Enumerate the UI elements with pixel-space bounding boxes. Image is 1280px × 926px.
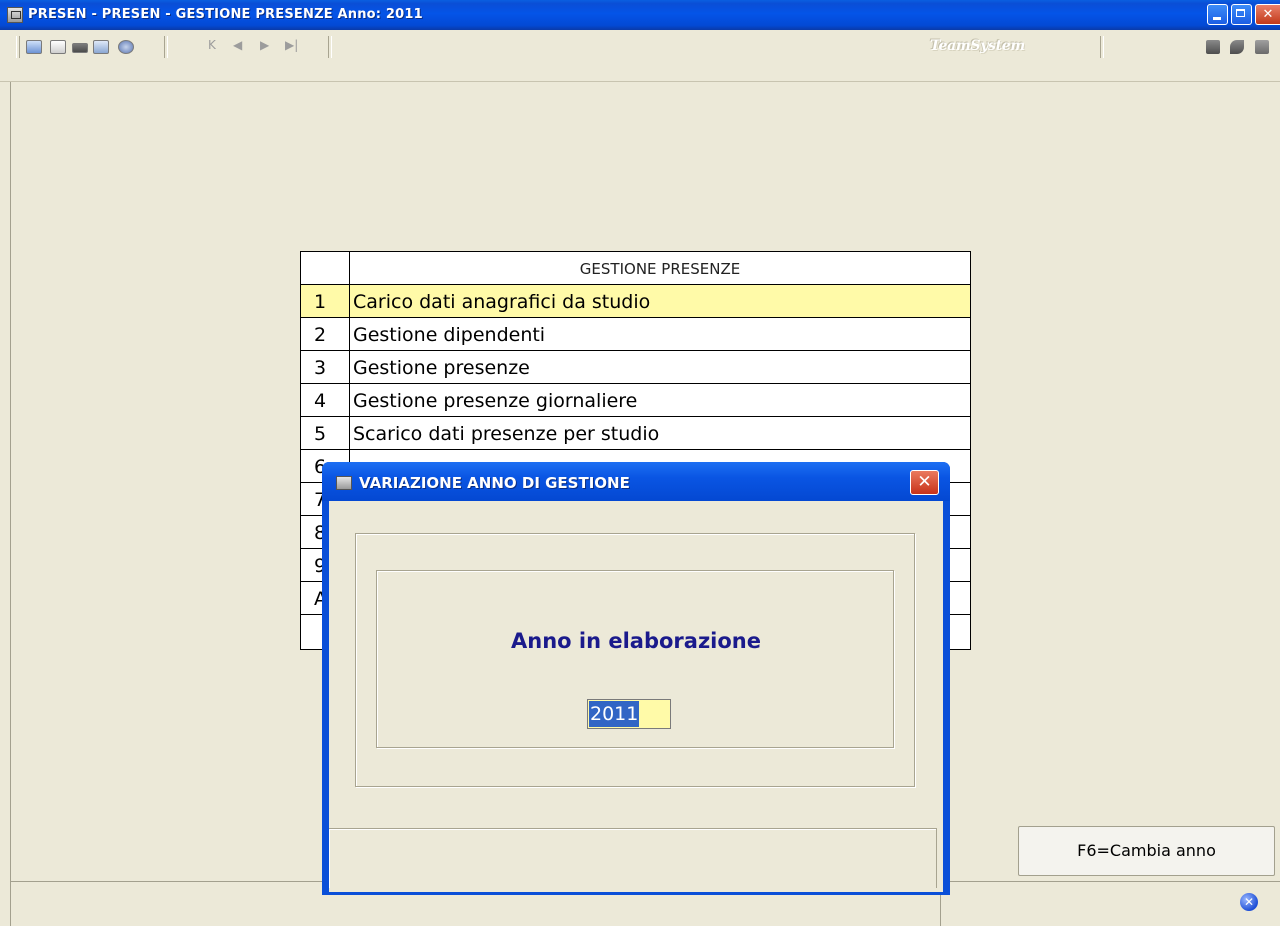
dialog-status-bar [329, 828, 937, 888]
next-record-button[interactable]: ▶ [260, 38, 269, 52]
minimize-button[interactable] [1207, 4, 1228, 25]
print-icon[interactable] [50, 40, 66, 54]
menu-header-num [301, 252, 350, 284]
menu-item-label: Gestione presenze giornaliere [353, 390, 638, 412]
menu-item-1[interactable]: 1 Carico dati anagrafici da studio [301, 285, 970, 318]
menu-item-4[interactable]: 4 Gestione presenze giornaliere [301, 384, 970, 417]
close-button[interactable]: ✕ [1255, 4, 1280, 25]
toolbar-divider [1100, 36, 1104, 58]
last-record-button[interactable]: ▶| [285, 38, 298, 52]
frame-border [10, 82, 11, 926]
dialog-close-button[interactable]: ✕ [910, 470, 939, 495]
app-icon[interactable] [7, 7, 23, 23]
year-input-value: 2011 [589, 701, 640, 727]
settings-icon[interactable] [93, 40, 109, 54]
menu-item-2[interactable]: 2 Gestione dipendenti [301, 318, 970, 351]
export-icon[interactable] [1206, 40, 1220, 54]
exit-icon[interactable]: ✕ [1240, 893, 1258, 911]
menu-item-number: 3 [301, 351, 350, 383]
dialog-titlebar: VARIAZIONE ANNO DI GESTIONE ✕ [322, 462, 950, 501]
menu-item-label: Gestione dipendenti [353, 324, 546, 346]
menu-item-number: 5 [301, 417, 350, 449]
toolbar: K ◀ ▶ ▶| TeamSystem [0, 30, 1280, 82]
menu-item-number: 4 [301, 384, 350, 416]
menu-header-row: GESTIONE PRESENZE [301, 252, 970, 285]
menu-item-3[interactable]: 3 Gestione presenze [301, 351, 970, 384]
maximize-icon [1236, 9, 1245, 17]
dialog-title: VARIAZIONE ANNO DI GESTIONE [359, 474, 630, 492]
menu-item-label: Gestione presenze [353, 357, 530, 379]
brand-logo: TeamSystem [930, 38, 1025, 54]
change-year-button[interactable]: F6=Cambia anno [1018, 826, 1275, 876]
toolbar-divider [328, 36, 332, 58]
menu-item-label: Scarico dati presenze per studio [353, 423, 660, 445]
dialog-app-icon[interactable] [336, 476, 352, 490]
arrow-icon[interactable] [1230, 40, 1244, 54]
maximize-button[interactable] [1231, 4, 1252, 25]
help-icon[interactable] [118, 40, 134, 54]
window-title: PRESEN - PRESEN - GESTIONE PRESENZE Anno… [28, 7, 423, 22]
menu-item-label: Carico dati anagrafici da studio [353, 291, 651, 313]
minimize-icon [1213, 17, 1221, 20]
new-icon[interactable] [26, 40, 42, 54]
first-record-button[interactable]: K [208, 38, 216, 52]
toolbar-divider [164, 36, 168, 58]
menu-item-number: 2 [301, 318, 350, 350]
edit-icon[interactable] [1255, 40, 1269, 54]
menu-header-title: GESTIONE PRESENZE [579, 260, 741, 278]
menu-item-number: 1 [301, 285, 350, 317]
year-input[interactable]: 2011 [587, 699, 671, 729]
dialog-group-inner: Anno in elaborazione 2011 [376, 570, 894, 748]
menu-item-5[interactable]: 5 Scarico dati presenze per studio [301, 417, 970, 450]
year-field-label: Anno in elaborazione [511, 629, 761, 653]
dialog-body: Anno in elaborazione 2011 [329, 501, 943, 892]
window-titlebar: PRESEN - PRESEN - GESTIONE PRESENZE Anno… [0, 0, 1280, 30]
dialog-group-outer: Anno in elaborazione 2011 [355, 533, 915, 787]
previous-record-button[interactable]: ◀ [233, 38, 242, 52]
folder-icon[interactable] [72, 43, 88, 53]
year-dialog: VARIAZIONE ANNO DI GESTIONE ✕ Anno in el… [322, 462, 950, 895]
toolbar-grip[interactable] [16, 36, 20, 58]
